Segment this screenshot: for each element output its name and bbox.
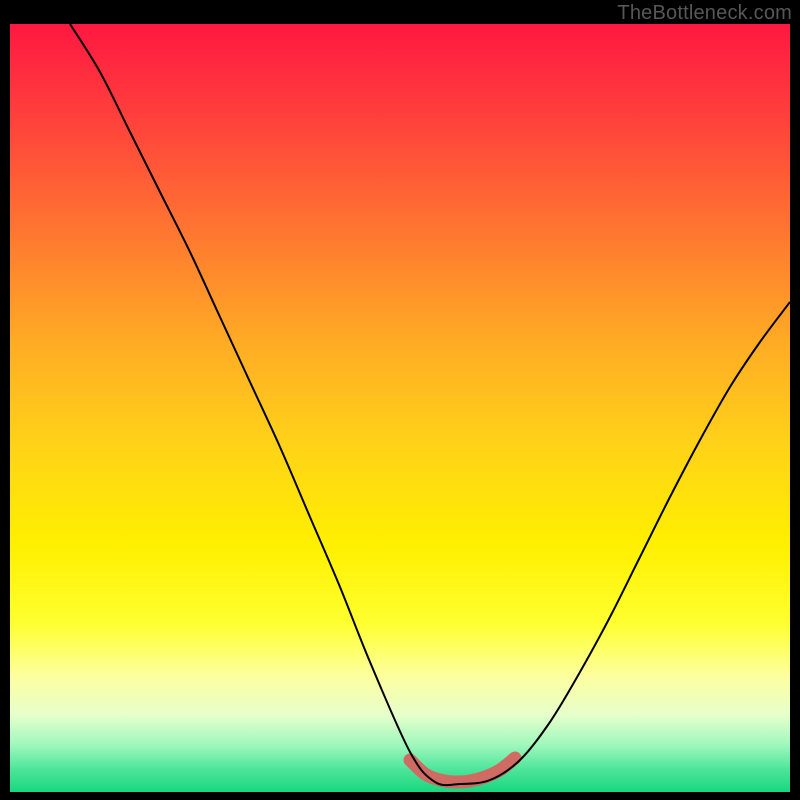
watermark-text: TheBottleneck.com bbox=[617, 2, 792, 25]
plot-area bbox=[10, 24, 790, 792]
chart-svg bbox=[10, 24, 790, 792]
valley-highlight bbox=[410, 758, 515, 782]
bottleneck-curve bbox=[70, 24, 790, 785]
chart-frame bbox=[10, 24, 790, 792]
